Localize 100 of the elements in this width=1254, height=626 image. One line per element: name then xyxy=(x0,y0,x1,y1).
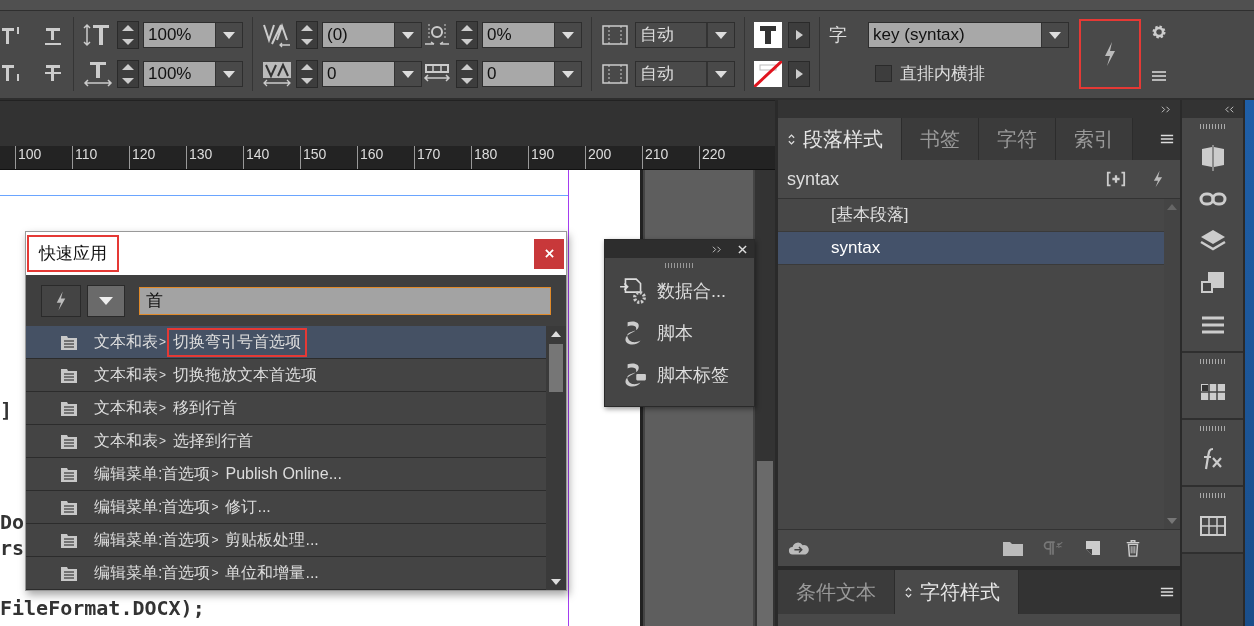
panel-tab[interactable]: 字符样式 xyxy=(895,570,1019,614)
ruler-label: 130 xyxy=(186,146,243,169)
command-item[interactable]: 编辑菜单:首选项> 修订... xyxy=(26,491,546,524)
ruler-label: 200 xyxy=(585,146,642,169)
up-arrow-icon[interactable] xyxy=(550,330,562,338)
close-icon[interactable] xyxy=(737,244,748,254)
menu-icon[interactable] xyxy=(1160,133,1174,145)
command-item[interactable]: 文本和表> 切换弯引号首选项 xyxy=(26,326,546,359)
strikethrough-icon[interactable] xyxy=(42,62,64,83)
scrollbar[interactable] xyxy=(546,326,566,590)
play-arrow-icon xyxy=(794,67,804,80)
document-icon xyxy=(60,432,78,450)
spinner[interactable] xyxy=(296,59,318,88)
up-down-icon xyxy=(905,585,912,599)
panel-tab[interactable]: 段落样式 xyxy=(778,118,902,160)
code-text: rs xyxy=(0,536,25,560)
menu-icon[interactable] xyxy=(1151,68,1167,84)
code-text: ] xyxy=(0,398,13,422)
stroke-menu-button[interactable] xyxy=(788,60,810,87)
collapse-icon[interactable] xyxy=(712,244,723,254)
character-style-dropdown[interactable]: key (syntax) xyxy=(868,21,1069,48)
up-down-icon xyxy=(788,132,795,146)
ruler-label: 120 xyxy=(129,146,186,169)
panel-tab[interactable]: 索引 xyxy=(1056,118,1133,160)
panel-tab[interactable]: 字符 xyxy=(979,118,1056,160)
value-dropdown[interactable]: 自动 xyxy=(635,60,735,87)
dropdown-button[interactable] xyxy=(87,284,125,317)
menu-icon[interactable] xyxy=(1160,586,1174,598)
checkbox-label: 直排内横排 xyxy=(900,63,985,85)
search-field[interactable]: 首 xyxy=(139,286,551,315)
value-dropdown[interactable]: 0 xyxy=(322,60,422,87)
caret-icon xyxy=(714,68,728,79)
value-dropdown[interactable]: 100% xyxy=(143,21,243,48)
ruler-label: 170 xyxy=(414,146,471,169)
folder-icon[interactable] xyxy=(1002,539,1024,557)
caret-icon xyxy=(222,29,236,40)
close-button[interactable] xyxy=(534,238,564,269)
value-dropdown[interactable]: 自动 xyxy=(635,21,735,48)
play-arrow-icon xyxy=(794,28,804,41)
document-icon xyxy=(60,366,78,384)
panel-item[interactable]: 数据合... xyxy=(605,270,754,312)
value-dropdown[interactable]: 0 xyxy=(482,60,582,87)
command-item[interactable]: 文本和表> 移到行首 xyxy=(26,392,546,425)
scrollbar-thumb[interactable] xyxy=(549,344,563,392)
current-style-name: syntax xyxy=(787,168,841,190)
scrollbar[interactable] xyxy=(755,170,775,626)
spinner[interactable] xyxy=(296,20,318,49)
document-icon xyxy=(60,564,78,582)
settings-icon[interactable] xyxy=(1151,24,1167,40)
character-style-label: 字 xyxy=(829,23,848,47)
document-gear-icon xyxy=(619,277,647,305)
scrollbar-thumb[interactable] xyxy=(757,461,773,626)
panel-tab[interactable]: 条件文本 xyxy=(778,570,895,614)
caret-icon xyxy=(561,29,575,40)
caret-icon xyxy=(561,68,575,79)
ruler-label: 100 xyxy=(15,146,72,169)
close-icon xyxy=(544,249,554,259)
panel-item[interactable]: 脚本标签 xyxy=(605,354,754,396)
spinner[interactable] xyxy=(117,20,139,49)
caret-icon xyxy=(714,29,728,40)
caret-icon xyxy=(98,295,114,306)
ruler-label: 160 xyxy=(357,146,414,169)
document-icon xyxy=(60,333,78,351)
ruler-label: 220 xyxy=(699,146,756,169)
fill-menu-button[interactable] xyxy=(788,21,810,48)
lightning-icon xyxy=(1103,41,1117,67)
command-item[interactable]: 文本和表> 切换拖放文本首选项 xyxy=(26,359,546,392)
value-dropdown[interactable]: 100% xyxy=(143,60,243,87)
caret-icon xyxy=(222,68,236,79)
value-dropdown[interactable]: 0% xyxy=(482,21,582,48)
panel-item[interactable]: 脚本 xyxy=(605,312,754,354)
panel-tab[interactable]: 书签 xyxy=(902,118,979,160)
collapse-icon[interactable] xyxy=(1161,104,1172,114)
command-item[interactable]: 编辑菜单:首选项> 单位和增量... xyxy=(26,557,546,590)
new-style-group-icon[interactable] xyxy=(1106,170,1126,188)
ruler-label: 150 xyxy=(300,146,357,169)
tracking-icon xyxy=(262,60,292,87)
ruler-label: 180 xyxy=(471,146,528,169)
style-item[interactable]: syntax xyxy=(778,232,1164,265)
ruler-label: 190 xyxy=(528,146,585,169)
command-item[interactable]: 文本和表> 选择到行首 xyxy=(26,425,546,458)
expand-icon[interactable] xyxy=(1224,104,1235,114)
command-item[interactable]: 编辑菜单:首选项> Publish Online... xyxy=(26,458,546,491)
caret-icon xyxy=(1048,29,1062,40)
text-stroke-swatch-icon[interactable] xyxy=(754,60,782,87)
text-fill-swatch-icon[interactable] xyxy=(754,21,782,48)
value-dropdown[interactable]: (0) xyxy=(322,21,422,48)
checkbox[interactable] xyxy=(875,65,892,82)
command-item[interactable]: 编辑菜单:首选项> 剪贴板处理... xyxy=(26,524,546,557)
ruler-label: 110 xyxy=(72,146,129,169)
down-arrow-icon[interactable] xyxy=(550,578,562,586)
horizontal-scale-icon xyxy=(83,60,113,87)
document-icon xyxy=(60,498,78,516)
lightning-button[interactable] xyxy=(41,284,81,317)
spinner[interactable] xyxy=(456,20,478,49)
spinner[interactable] xyxy=(117,59,139,88)
spinner[interactable] xyxy=(456,59,478,88)
underline-icon[interactable] xyxy=(42,25,64,46)
tsume-icon xyxy=(422,21,452,48)
caret-icon xyxy=(401,29,415,40)
